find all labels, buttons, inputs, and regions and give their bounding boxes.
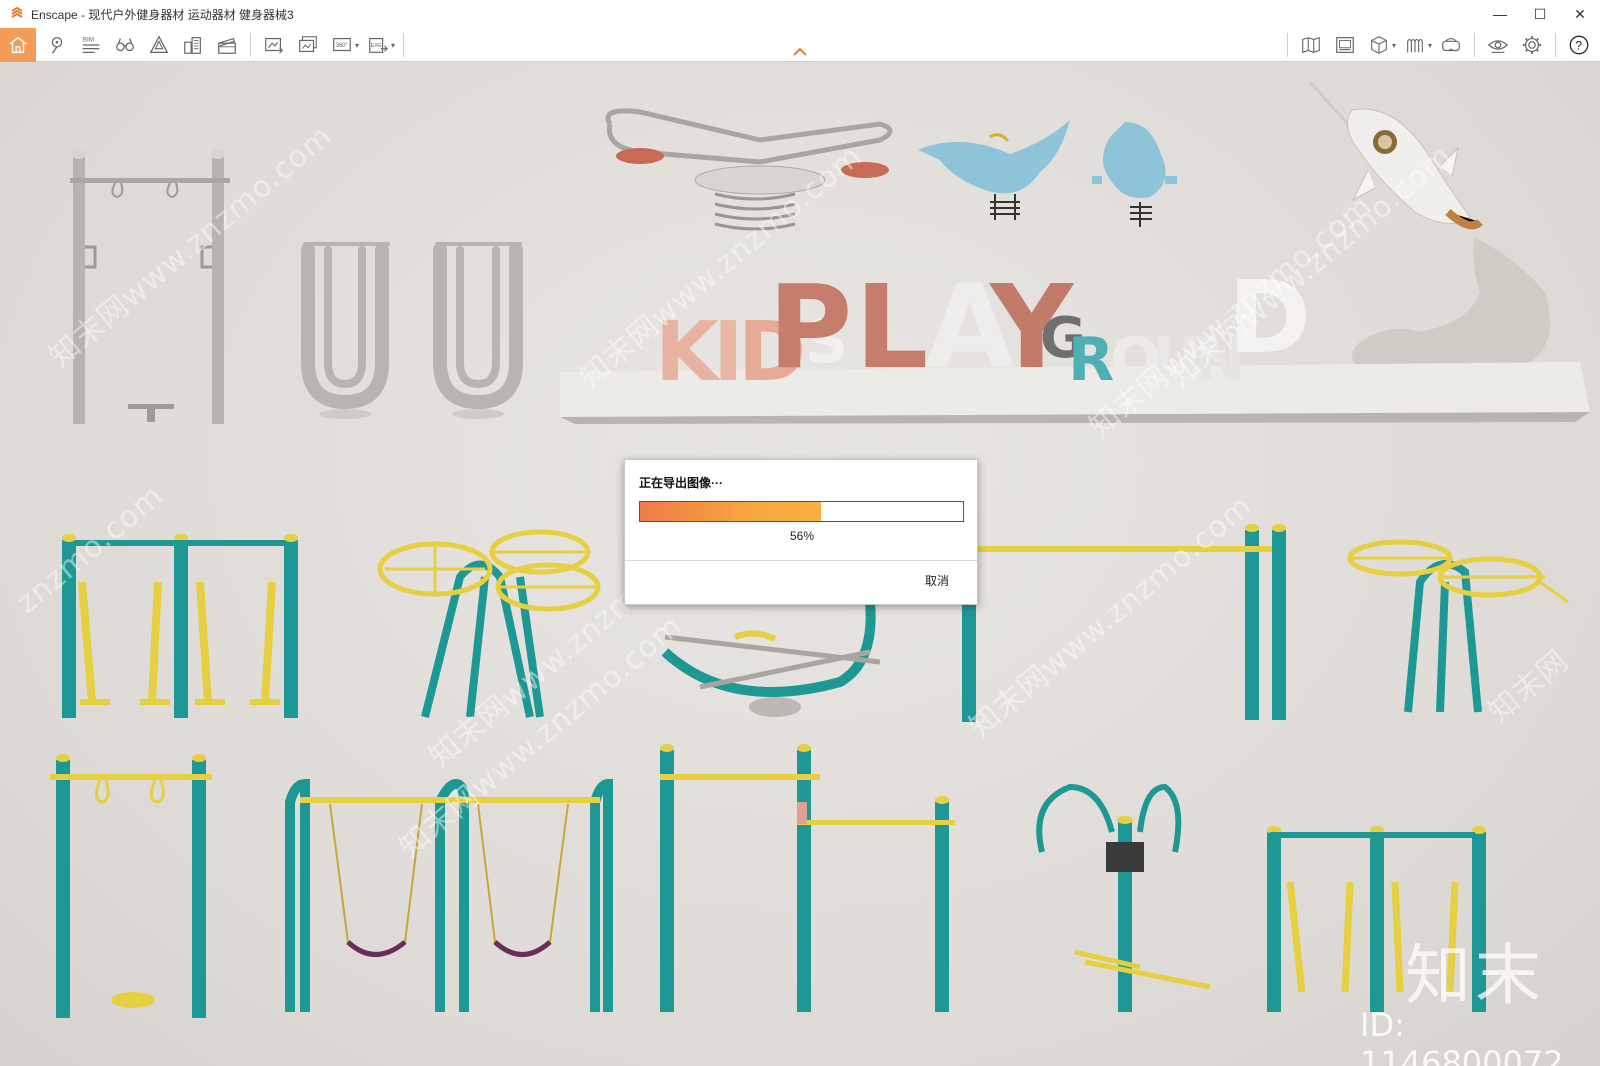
dialog-divider	[625, 560, 977, 561]
bim-icon: BIM	[82, 36, 100, 53]
screenshot-icon	[265, 37, 284, 54]
window-title: Enscape - 现代户外健身器材 运动器材 健身器械3	[31, 7, 294, 22]
views-button[interactable]	[42, 30, 72, 60]
swing-seats	[346, 940, 552, 957]
home-button[interactable]	[0, 28, 36, 62]
toolbar-separator	[403, 33, 405, 57]
help-button[interactable]: ?	[1564, 30, 1594, 60]
air-walker-base	[452, 409, 504, 419]
batch-render-button[interactable]	[293, 30, 323, 60]
teal-sit-push-trainer	[1036, 783, 1211, 1012]
visual-settings-button[interactable]	[1483, 30, 1513, 60]
help-icon: ?	[1569, 35, 1589, 55]
map-pin-icon	[51, 37, 63, 54]
silver-air-walkers	[301, 242, 523, 410]
enscape-logo-icon	[9, 6, 25, 22]
toolbar-separator	[1474, 33, 1475, 57]
panorama-label: 360°	[336, 43, 349, 49]
collapse-toolbar-chevron-icon[interactable]	[792, 46, 808, 58]
gear-icon	[1522, 35, 1542, 55]
toolbar-left-group: BIM 360° ▾ EXE ▾	[0, 28, 410, 62]
id-watermark: ID: 1146800072	[1360, 1006, 1564, 1066]
blue-spring-riders	[918, 120, 1177, 227]
air-walker-base	[319, 409, 371, 419]
sign-letter: R	[1068, 325, 1114, 395]
teal-rowing-machine	[661, 601, 881, 717]
brand-watermark: 知末	[1405, 937, 1545, 1014]
buildings-icon	[184, 37, 201, 54]
map-icon	[1302, 36, 1320, 54]
video-editor-icon	[1336, 37, 1354, 53]
exe-label: EXE	[371, 43, 382, 49]
asset-library-button[interactable]	[144, 30, 174, 60]
map-button[interactable]	[1296, 30, 1326, 60]
dialog-title: 正在导出图像···	[639, 476, 723, 490]
home-icon	[9, 36, 27, 54]
bim-button[interactable]: BIM	[76, 30, 106, 60]
progress-bar-fill	[640, 502, 821, 521]
sign-letter: L	[855, 261, 928, 395]
clapperboard-icon	[218, 37, 236, 54]
cancel-button[interactable]: 取消	[925, 572, 949, 589]
cube-view-icon	[1371, 36, 1387, 54]
material-button[interactable]	[1400, 30, 1430, 60]
export-progress-dialog: 正在导出图像··· 56% 取消	[624, 459, 978, 605]
bim-label: BIM	[83, 36, 94, 43]
video-editor-button[interactable]	[1330, 30, 1360, 60]
screenshot-button[interactable]	[259, 30, 289, 60]
toolbar-separator	[1555, 33, 1556, 57]
help-label: ?	[1575, 39, 1582, 53]
navigation-button[interactable]	[110, 30, 140, 60]
minimize-button[interactable]: —	[1480, 0, 1520, 28]
progress-bar	[639, 501, 964, 522]
panorama-button[interactable]: 360°	[327, 30, 357, 60]
toolbar-separator	[1286, 33, 1288, 57]
batch-render-icon	[299, 36, 317, 53]
teal-horizontal-bars	[660, 744, 955, 1012]
cube-view-button[interactable]	[1364, 30, 1394, 60]
progress-percent-text: 56%	[789, 529, 815, 543]
sign-letter: P	[768, 261, 852, 395]
exe-export-icon: EXE	[369, 37, 388, 53]
title-bar: Enscape - 现代户外健身器材 运动器材 健身器械3 — ☐ ✕	[0, 0, 1600, 28]
exe-export-button[interactable]: EXE	[363, 30, 393, 60]
vr-headset-icon	[1442, 38, 1460, 52]
material-icon	[1407, 38, 1423, 53]
teal-hanging-rings	[50, 754, 212, 1018]
asset-library-icon	[149, 35, 169, 53]
toolbar-right-group: ▾ ▾ ?	[1281, 28, 1596, 62]
city-button[interactable]	[178, 30, 208, 60]
window-controls: — ☐ ✕	[1480, 0, 1600, 28]
eye-visual-settings-icon	[1487, 40, 1509, 53]
close-button[interactable]: ✕	[1560, 0, 1600, 28]
settings-button[interactable]	[1517, 30, 1547, 60]
toolbar-separator	[250, 33, 251, 57]
maximize-button[interactable]: ☐	[1520, 0, 1560, 28]
binoculars-icon	[116, 38, 134, 52]
video-button[interactable]	[212, 30, 242, 60]
panorama-360-icon: 360°	[333, 37, 351, 52]
vr-headset-button[interactable]	[1436, 30, 1466, 60]
